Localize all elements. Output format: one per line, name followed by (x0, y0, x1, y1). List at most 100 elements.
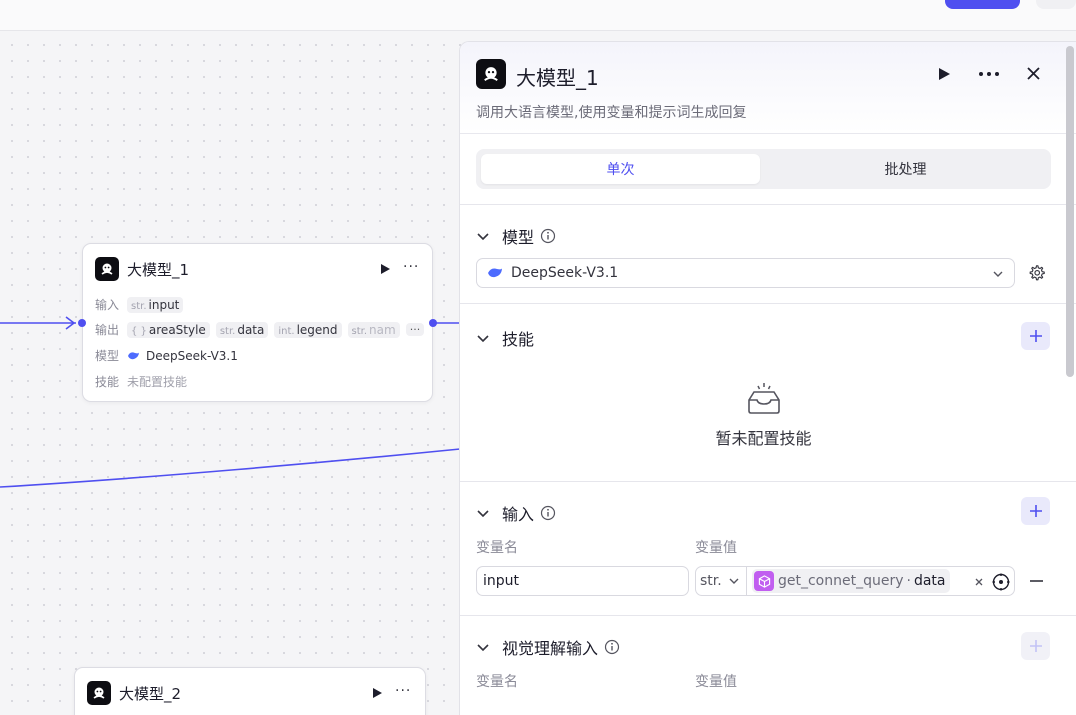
type-select-value: str. (700, 573, 722, 589)
skill-section-title: 技能 (502, 330, 535, 349)
panel-header: 大模型_1 调用大语言模型,使用变量和提示词生成回复 (460, 42, 1076, 134)
node-output-tag: { } areaStyle (127, 321, 210, 338)
divider (460, 204, 1076, 205)
tag-name: input (148, 297, 180, 312)
llm-node-2[interactable]: 大模型_2 ··· (74, 667, 426, 715)
variable-picker-icon[interactable] (992, 573, 1010, 591)
node-output-row: 输出 { } areaStyle str. data int. legend str.… (95, 321, 425, 338)
tag-type: int. (278, 325, 295, 337)
model-select-value: DeepSeek-V3.1 (511, 265, 619, 281)
tag-type: { } (131, 325, 147, 337)
remove-row-icon[interactable] (1030, 580, 1043, 582)
plus-icon (1029, 505, 1042, 517)
llm-logo-icon (476, 59, 506, 89)
tab-single[interactable]: 单次 (481, 154, 760, 184)
chevron-down-icon (477, 233, 489, 241)
reference-source: get_connet_query (778, 573, 904, 589)
node-config-panel: 大模型_1 调用大语言模型,使用变量和提示词生成回复 单次 批处理 模型 Dee… (459, 41, 1076, 715)
empty-box-icon (748, 383, 780, 414)
plus-icon (1029, 330, 1042, 342)
variable-name-value: input (483, 573, 520, 589)
tab-batch[interactable]: 批处理 (766, 154, 1045, 184)
reference-field: data (913, 573, 946, 589)
model-section-title: 模型 (502, 228, 535, 247)
node-more-icon[interactable]: ··· (395, 683, 411, 699)
info-icon[interactable] (604, 639, 620, 655)
panel-description: 调用大语言模型,使用变量和提示词生成回复 (476, 105, 747, 121)
skill-empty-text: 暂未配置技能 (715, 429, 812, 448)
node-model-label: 模型 (95, 349, 120, 363)
node-input-label: 输入 (95, 298, 120, 312)
run-node-icon[interactable] (371, 687, 383, 699)
info-icon[interactable] (540, 228, 556, 244)
variable-name-input[interactable]: input (476, 566, 689, 596)
mode-segmented-control: 单次 批处理 (476, 149, 1051, 189)
node-output-port[interactable] (429, 319, 437, 327)
node-input-port[interactable] (78, 319, 86, 327)
node-output-tag: str. nam (347, 321, 400, 338)
top-toolbar (0, 0, 1076, 31)
node-output-tag: int. legend (274, 321, 342, 338)
node-output-more-button[interactable]: ··· (405, 323, 425, 336)
close-icon[interactable] (1026, 66, 1041, 81)
node-cube-icon (754, 571, 774, 591)
node-skill-value: 未配置技能 (127, 375, 188, 389)
tag-name: data (237, 322, 265, 337)
node-title: 大模型_2 (119, 684, 182, 703)
chevron-down-icon (993, 271, 1003, 277)
model-section-header[interactable]: 模型 (476, 224, 556, 248)
add-vision-input-button[interactable] (1021, 632, 1050, 660)
node-input-row: 输入 str. input (95, 296, 189, 313)
variable-value-column-label: 变量值 (695, 674, 737, 690)
node-skill-row: 技能 未配置技能 (95, 373, 187, 390)
tag-type: str. (131, 300, 147, 312)
input-section-title: 输入 (502, 505, 535, 524)
panel-scrollbar[interactable] (1066, 46, 1074, 377)
model-select[interactable]: DeepSeek-V3.1 (476, 258, 1015, 288)
node-output-label: 输出 (95, 323, 120, 337)
deepseek-whale-icon (488, 268, 502, 278)
node-output-tag: str. data (215, 321, 269, 338)
divider (460, 303, 1076, 304)
deepseek-whale-icon (128, 351, 139, 359)
clear-icon[interactable] (975, 578, 983, 586)
chevron-down-icon (477, 510, 489, 518)
divider (460, 615, 1076, 616)
node-model-row: 模型 DeepSeek-V3.1 (95, 347, 238, 364)
tag-name: areaStyle (148, 322, 206, 337)
chevron-down-icon (729, 578, 739, 584)
llm-logo-icon (95, 257, 119, 281)
skill-section-header[interactable]: 技能 (476, 326, 534, 350)
add-skill-button[interactable] (1021, 322, 1050, 350)
secondary-action-button[interactable] (1036, 0, 1076, 9)
run-icon[interactable] (937, 67, 951, 81)
tag-name: legend (296, 322, 338, 337)
primary-action-button[interactable] (945, 0, 1020, 9)
input-section-header[interactable]: 输入 (476, 501, 556, 525)
node-more-icon[interactable]: ··· (403, 259, 419, 275)
variable-name-column-label: 变量名 (476, 674, 518, 690)
tag-type: str. (351, 325, 368, 337)
node-title: 大模型_1 (127, 260, 190, 279)
llm-logo-icon (87, 681, 111, 705)
add-input-button[interactable] (1021, 497, 1050, 525)
settings-gear-icon[interactable] (1028, 264, 1045, 281)
llm-node-1[interactable]: 大模型_1 ··· 输入 str. input 输出 { } areaStyle s… (82, 243, 433, 402)
tag-type: str. (219, 325, 236, 337)
variable-value-field[interactable]: str. get_connet_query · data (695, 566, 1015, 596)
variable-value-column-label: 变量值 (695, 540, 737, 556)
divider (460, 481, 1076, 482)
variable-name-column-label: 变量名 (476, 540, 518, 556)
node-skill-label: 技能 (95, 375, 120, 389)
vision-section-title: 视觉理解输入 (502, 639, 599, 658)
type-select[interactable]: str. (696, 567, 747, 595)
more-icon[interactable] (978, 71, 1000, 77)
tag-name: nam (369, 322, 396, 337)
info-icon[interactable] (540, 505, 556, 521)
vision-input-section-header[interactable]: 视觉理解输入 (476, 635, 620, 659)
node-model-value: DeepSeek-V3.1 (146, 348, 238, 363)
run-node-icon[interactable] (379, 263, 391, 275)
reference-separator: · (906, 573, 911, 589)
variable-reference-pill[interactable]: get_connet_query · data (752, 569, 950, 593)
chevron-down-icon (477, 335, 489, 343)
